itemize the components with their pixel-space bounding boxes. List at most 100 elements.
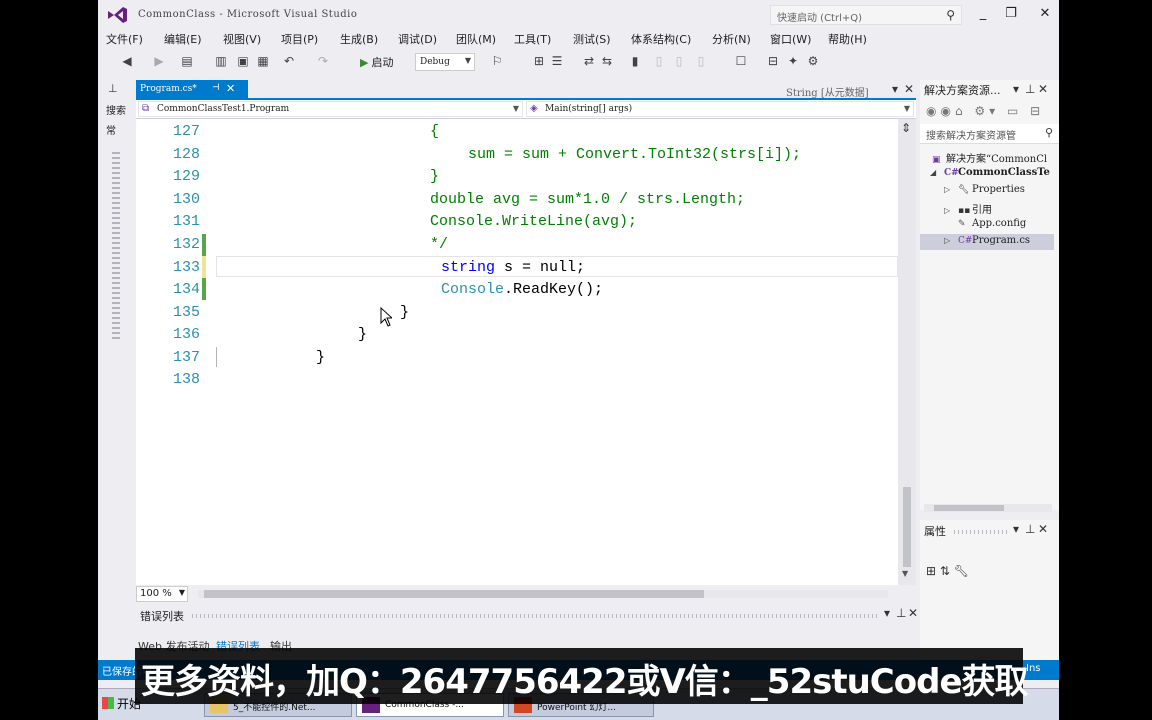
tree-item-app-config[interactable]: ✎ App.config bbox=[958, 218, 1026, 229]
csharp-project-icon: C# bbox=[944, 168, 959, 178]
close-icon[interactable]: ✕ bbox=[908, 606, 918, 620]
tree-item-references[interactable]: ▷ ▪▪ 引用 bbox=[944, 201, 992, 216]
chevron-down-icon: ▼ bbox=[512, 104, 519, 113]
code-line: } bbox=[358, 326, 368, 343]
panel-grip[interactable] bbox=[192, 614, 878, 618]
scroll-thumb[interactable] bbox=[934, 505, 1004, 511]
close-icon[interactable]: ✕ bbox=[904, 82, 914, 96]
close-icon[interactable]: ✕ bbox=[226, 82, 235, 95]
scroll-thumb[interactable] bbox=[204, 590, 704, 598]
solution-search-input[interactable]: 搜索解决方案资源管 ⚲ bbox=[920, 124, 1059, 144]
save-all-icon[interactable]: ▦ bbox=[256, 54, 270, 68]
pin-icon[interactable]: ⊥ bbox=[108, 82, 118, 95]
menu-project[interactable]: 项目(P) bbox=[281, 31, 318, 47]
code-editor[interactable]: 127 128 129 130 131 132 133 134 135 136 … bbox=[136, 119, 916, 585]
vertical-tab-text[interactable] bbox=[112, 152, 120, 342]
navigate-icon[interactable]: ⇄ bbox=[582, 54, 596, 68]
menu-team[interactable]: 团队(M) bbox=[456, 31, 496, 47]
next-bookmark-icon[interactable]: ▯ bbox=[672, 54, 686, 68]
tree-item-properties[interactable]: ▷ 🔧︎ Properties bbox=[944, 184, 1025, 195]
close-icon[interactable]: ✕ bbox=[1038, 522, 1048, 536]
menu-architecture[interactable]: 体系结构(C) bbox=[631, 31, 691, 47]
menu-build[interactable]: 生成(B) bbox=[340, 31, 378, 47]
tree-item-program-cs[interactable]: ▷ C#Program.cs bbox=[944, 235, 1030, 246]
search-icon: ⚲ bbox=[1044, 126, 1053, 139]
vertical-scrollbar[interactable]: ⇕ ▼ bbox=[898, 119, 916, 585]
attach-icon[interactable]: ⚐ bbox=[490, 54, 504, 68]
chevron-down-icon[interactable]: ▾ bbox=[892, 82, 898, 96]
horizontal-scrollbar[interactable] bbox=[198, 590, 888, 598]
chevron-down-icon[interactable]: ▾ bbox=[1013, 82, 1019, 96]
menu-test[interactable]: 测试(S) bbox=[573, 31, 611, 47]
navigate-back-icon[interactable]: ⇆ bbox=[600, 54, 614, 68]
scroll-thumb[interactable] bbox=[903, 487, 911, 567]
pin-icon[interactable]: ⊥ bbox=[1025, 522, 1035, 536]
forward-icon[interactable]: ▶ bbox=[152, 54, 166, 68]
bookmark-icon[interactable]: ▮ bbox=[628, 54, 642, 68]
solution-toolbar[interactable]: ◉◉⌂ ⚙▾ ▭ ⊟ bbox=[926, 104, 1044, 118]
format-icon[interactable]: ☰ bbox=[550, 54, 564, 68]
pin-icon[interactable]: ✦ bbox=[786, 54, 800, 68]
categorized-icon[interactable]: ⊞ ⇅ 🔧︎ bbox=[926, 564, 969, 578]
tree-item-solution[interactable]: ▣ 解决方案“CommonCl bbox=[932, 150, 1047, 165]
menu-tools[interactable]: 工具(T) bbox=[514, 31, 551, 47]
minimize-button[interactable]: _ bbox=[968, 4, 998, 24]
standard-toolbar: ◀ ▶ ▤ ▥ ▣ ▦ ↶ ↷ ▶ 启动 Debug ▼ ⚐ ⊞ ☰ ⇄ ⇆ ▮ … bbox=[98, 50, 1059, 74]
menu-window[interactable]: 窗口(W) bbox=[770, 31, 811, 47]
panel-grip[interactable] bbox=[954, 530, 1010, 534]
properties-title: 属性 bbox=[924, 525, 946, 538]
menu-analyze[interactable]: 分析(N) bbox=[712, 31, 751, 47]
toolbox-tab[interactable]: 常 bbox=[106, 122, 126, 137]
metadata-tab[interactable]: String [从元数据] bbox=[786, 84, 869, 99]
menu-help[interactable]: 帮助(H) bbox=[828, 31, 867, 47]
undo-icon[interactable]: ↶ bbox=[282, 54, 296, 68]
code-line: sum = sum + Convert.ToInt32(strs[i]); bbox=[468, 146, 802, 163]
line-number: 137 bbox=[172, 349, 200, 366]
new-project-icon[interactable]: ▤ bbox=[180, 54, 194, 68]
split-icon[interactable]: ⇕ bbox=[901, 121, 911, 135]
change-marker-unsaved bbox=[202, 256, 206, 278]
uncomment-icon[interactable]: ⊟ bbox=[766, 54, 780, 68]
line-number: 131 bbox=[172, 213, 200, 230]
change-marker-saved bbox=[202, 278, 206, 300]
tree-item-project[interactable]: ◢ C#CommonClassTe bbox=[930, 167, 1050, 178]
member-dropdown[interactable]: ◈ Main(string[] args) ▼ bbox=[526, 101, 914, 117]
pin-icon[interactable]: ⊣ bbox=[212, 83, 220, 93]
tools-icon[interactable]: ⚙ bbox=[806, 54, 820, 68]
horizontal-scrollbar[interactable] bbox=[924, 504, 1052, 512]
redo-icon[interactable]: ↷ bbox=[316, 54, 330, 68]
chevron-down-icon[interactable]: ▾ bbox=[884, 606, 890, 620]
line-number-gutter: 127 128 129 130 131 132 133 134 135 136 … bbox=[136, 119, 212, 585]
line-number: 138 bbox=[172, 371, 200, 388]
close-button[interactable]: ✕ bbox=[1030, 4, 1059, 24]
solution-search-placeholder: 搜索解决方案资源管 bbox=[926, 131, 1016, 142]
tab-program-cs[interactable]: Program.cs* ⊣ ✕ bbox=[136, 80, 248, 100]
zoom-dropdown[interactable]: 100 % ▼ bbox=[136, 586, 188, 602]
start-debugging-button[interactable]: ▶ 启动 bbox=[360, 54, 393, 70]
restore-button[interactable]: ❐ bbox=[996, 4, 1026, 24]
prev-bookmark-icon[interactable]: ▯ bbox=[652, 54, 666, 68]
clear-bookmark-icon[interactable]: ▯ bbox=[694, 54, 708, 68]
class-dropdown[interactable]: ⧉ CommonClassTest1.Program ▼ bbox=[138, 101, 523, 117]
menu-view[interactable]: 视图(V) bbox=[223, 31, 261, 47]
scroll-down-icon[interactable]: ▼ bbox=[902, 569, 908, 578]
play-icon: ▶ bbox=[360, 56, 369, 69]
back-icon[interactable]: ◀ bbox=[120, 54, 134, 68]
menu-debug[interactable]: 调试(D) bbox=[398, 31, 437, 47]
pin-icon[interactable]: ⊥ bbox=[1025, 82, 1035, 96]
quick-launch-input[interactable]: 快速启动 (Ctrl+Q) ⚲ bbox=[770, 5, 962, 25]
line-number: 127 bbox=[172, 123, 200, 140]
close-icon[interactable]: ✕ bbox=[1038, 82, 1048, 96]
solution-icon: ▣ bbox=[932, 155, 941, 165]
menu-edit[interactable]: 编辑(E) bbox=[164, 31, 202, 47]
menu-file[interactable]: 文件(F) bbox=[106, 31, 143, 47]
code-line: } bbox=[400, 304, 410, 321]
pin-icon[interactable]: ⊥ bbox=[896, 606, 906, 620]
save-icon[interactable]: ▣ bbox=[236, 54, 250, 68]
chevron-down-icon[interactable]: ▾ bbox=[1013, 522, 1019, 536]
find-icon[interactable]: ⊞ bbox=[532, 54, 546, 68]
open-file-icon[interactable]: ▥ bbox=[214, 54, 228, 68]
solution-config-dropdown[interactable]: Debug ▼ bbox=[415, 53, 475, 71]
method-icon: ◈ bbox=[530, 103, 538, 114]
comment-icon[interactable]: ☐ bbox=[734, 54, 748, 68]
